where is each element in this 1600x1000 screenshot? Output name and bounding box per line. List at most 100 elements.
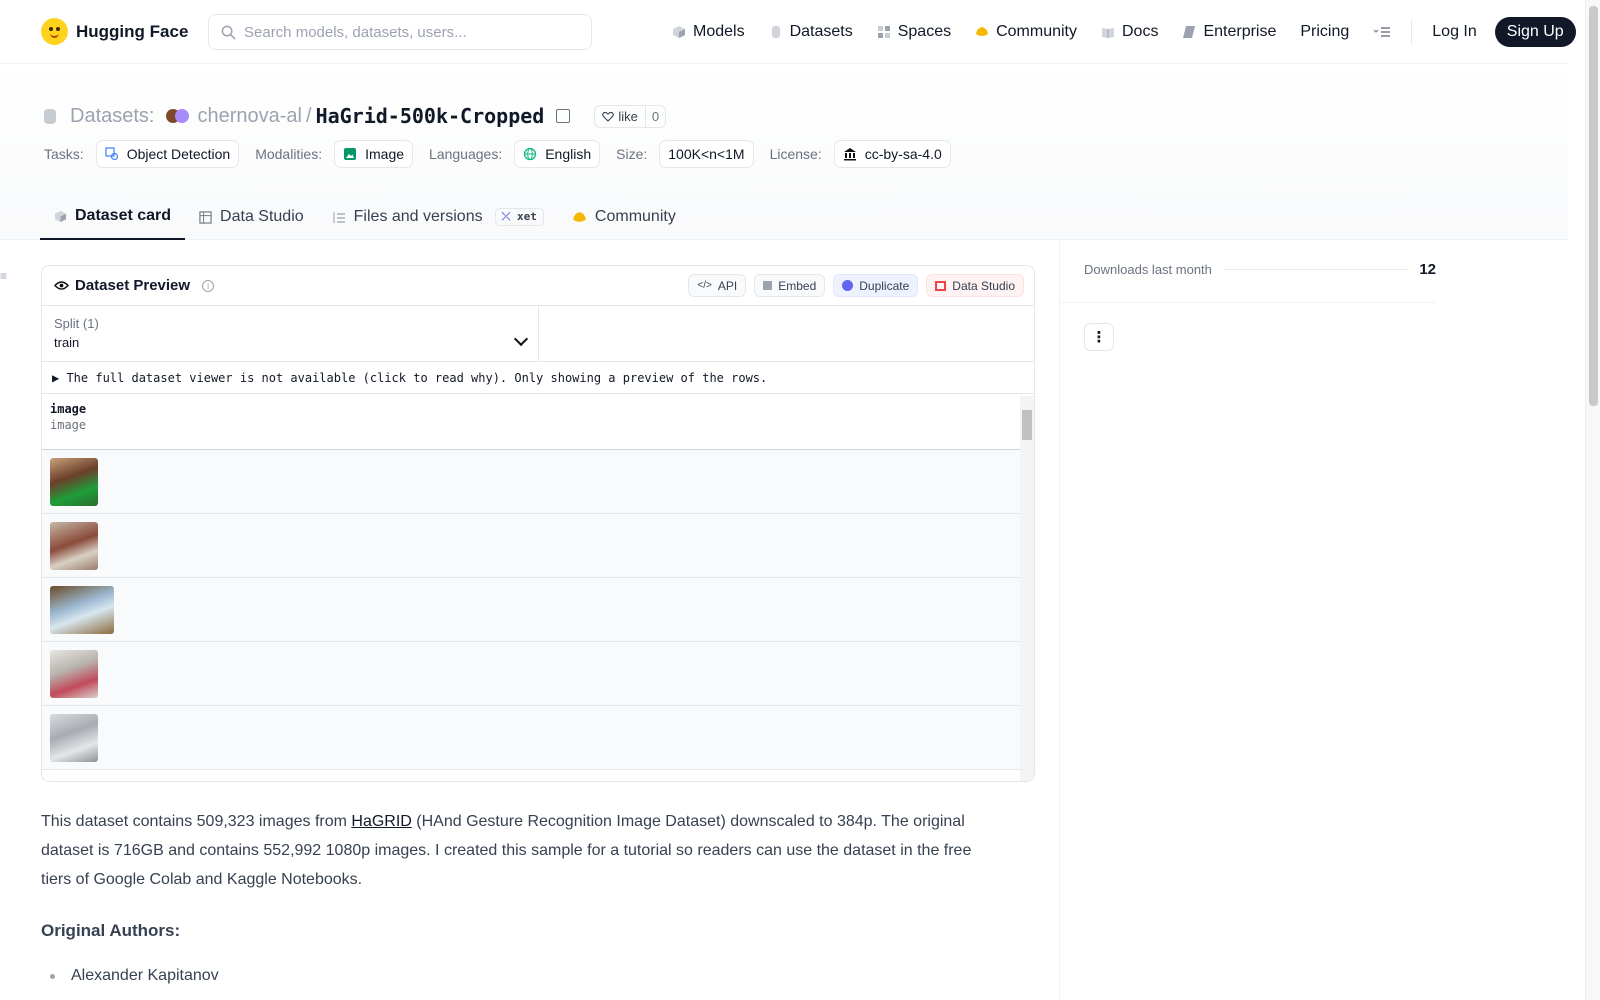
divider xyxy=(1060,302,1436,303)
task-chip-label: Object Detection xyxy=(126,146,231,162)
data-studio-button[interactable]: Data Studio xyxy=(926,274,1024,297)
nav-datasets[interactable]: Datasets xyxy=(757,14,865,50)
language-chip-label: English xyxy=(545,146,592,162)
split-dropdown[interactable]: Split (1) train xyxy=(42,306,539,361)
nav-enterprise[interactable]: Enterprise xyxy=(1170,14,1288,50)
dataset-description: This dataset contains 509,323 images fro… xyxy=(41,807,991,894)
heart-icon xyxy=(602,111,615,122)
tab-files-label: Files and versions xyxy=(353,208,483,225)
image-thumbnail[interactable] xyxy=(50,521,98,570)
image-thumbnail[interactable] xyxy=(50,649,98,698)
downloads-label: Downloads last month xyxy=(1084,262,1212,277)
modalities-label: Modalities: xyxy=(255,146,323,162)
copy-icon[interactable] xyxy=(556,109,571,123)
files-icon xyxy=(333,211,345,223)
info-icon[interactable]: i xyxy=(202,279,215,292)
table-icon xyxy=(935,280,947,291)
like-button[interactable]: like 0 xyxy=(594,104,667,128)
repo-tabs: Dataset card Data Studio Files and versi… xyxy=(40,194,690,240)
globe-icon xyxy=(524,147,537,161)
dataset-tags: Tasks: Object Detection Modalities: Imag… xyxy=(44,140,959,168)
split-value: train xyxy=(54,335,80,350)
more-options-button[interactable]: ⋮ xyxy=(1084,323,1114,351)
downloads-stat: Downloads last month 12 xyxy=(1084,261,1436,278)
hugging-hands-icon xyxy=(976,27,989,36)
table-row xyxy=(42,642,1034,706)
dataset-name[interactable]: HaGrid-500k-Cropped xyxy=(316,104,545,128)
size-label: Size: xyxy=(616,146,648,162)
tab-files[interactable]: Files and versions ⤫ xet xyxy=(318,194,558,240)
nav-community-label: Community xyxy=(996,23,1077,40)
tab-community[interactable]: Community xyxy=(558,194,690,240)
image-thumbnail[interactable] xyxy=(50,585,114,634)
nav-spaces[interactable]: Spaces xyxy=(865,14,963,50)
like-label: like xyxy=(618,108,638,124)
search-box[interactable] xyxy=(208,14,592,50)
viewer-notice[interactable]: ▶ The full dataset viewer is not availab… xyxy=(42,362,1034,394)
preview-title-text: Dataset Preview xyxy=(75,277,191,294)
preview-rows xyxy=(42,450,1034,770)
license-chip[interactable]: cc-by-sa-4.0 xyxy=(833,140,951,168)
dataset-preview: Dataset Preview i </> API Embed Duplicate… xyxy=(41,265,1035,782)
brand-logo[interactable]: Hugging Face xyxy=(41,18,188,45)
nav-pricing[interactable]: Pricing xyxy=(1288,14,1361,50)
task-chip[interactable]: Object Detection xyxy=(95,140,240,168)
column-type: image xyxy=(50,418,87,432)
page-scrollbar-thumb[interactable] xyxy=(1589,6,1598,406)
page-scrollbar[interactable] xyxy=(1585,0,1600,1000)
api-button[interactable]: </> API xyxy=(688,274,747,297)
authors-heading: Original Authors: xyxy=(41,921,181,940)
duplicate-button[interactable]: Duplicate xyxy=(833,274,919,297)
nav-divider xyxy=(1411,20,1413,44)
breadcrumb-owner[interactable]: chernova-al xyxy=(197,105,302,128)
preview-scrollbar[interactable] xyxy=(1020,396,1034,781)
image-thumbnail[interactable] xyxy=(50,457,98,506)
tab-data-studio[interactable]: Data Studio xyxy=(185,194,318,240)
hagrid-link[interactable]: HaGRID xyxy=(351,813,411,830)
cube-icon xyxy=(673,26,685,38)
embed-button[interactable]: Embed xyxy=(754,274,826,297)
xet-badge: ⤫ xet xyxy=(494,208,544,226)
database-icon xyxy=(44,108,56,124)
bullet-icon xyxy=(50,973,55,979)
duplicate-icon xyxy=(842,280,854,291)
column-name: image xyxy=(50,402,87,416)
size-chip[interactable]: 100K<n<1M xyxy=(659,140,754,168)
eye-icon xyxy=(54,281,69,290)
code-icon: </> xyxy=(697,280,712,291)
repo-title: Datasets: chernova-al / HaGrid-500k-Crop… xyxy=(44,104,667,128)
signup-button[interactable]: Sign Up xyxy=(1494,17,1576,47)
hugging-face-logo-icon xyxy=(41,18,68,45)
license-chip-label: cc-by-sa-4.0 xyxy=(864,146,942,162)
spaces-grid-icon xyxy=(877,26,890,38)
dotted-leader xyxy=(1223,269,1408,270)
search-input[interactable] xyxy=(244,23,564,41)
tasks-label: Tasks: xyxy=(44,146,84,162)
language-chip[interactable]: English xyxy=(514,140,601,168)
toc-toggle-icon[interactable]: ≡ xyxy=(0,269,8,283)
repo-header: Datasets: chernova-al / HaGrid-500k-Crop… xyxy=(0,64,1568,240)
modality-chip-label: Image xyxy=(365,146,405,162)
login-link[interactable]: Log In xyxy=(1420,14,1488,50)
breadcrumb-section[interactable]: Datasets: xyxy=(70,105,154,128)
nav-community[interactable]: Community xyxy=(963,14,1089,50)
kebab-icon: ⋮ xyxy=(1091,329,1107,346)
nav-models[interactable]: Models xyxy=(660,14,757,50)
author-name: Alexander Kapitanov xyxy=(71,967,219,984)
nav-more-menu[interactable] xyxy=(1361,14,1403,50)
modality-chip[interactable]: Image xyxy=(334,140,414,168)
cube-icon xyxy=(54,210,67,222)
avatar-2 xyxy=(175,109,190,123)
table-row xyxy=(42,514,1034,578)
nav-docs[interactable]: Docs xyxy=(1089,14,1170,50)
tab-dataset-card[interactable]: Dataset card xyxy=(40,194,186,240)
nav-datasets-label: Datasets xyxy=(789,23,853,40)
description-text-start: This dataset contains 509,323 images fro… xyxy=(41,813,352,830)
sidebar: Downloads last month 12 ⋮ xyxy=(1059,241,1568,1000)
table-icon xyxy=(199,210,212,224)
brand-name: Hugging Face xyxy=(76,21,189,41)
scrollbar-thumb[interactable] xyxy=(1022,410,1032,440)
book-icon xyxy=(1102,28,1114,38)
image-thumbnail[interactable] xyxy=(50,713,98,762)
table-row xyxy=(42,578,1034,642)
